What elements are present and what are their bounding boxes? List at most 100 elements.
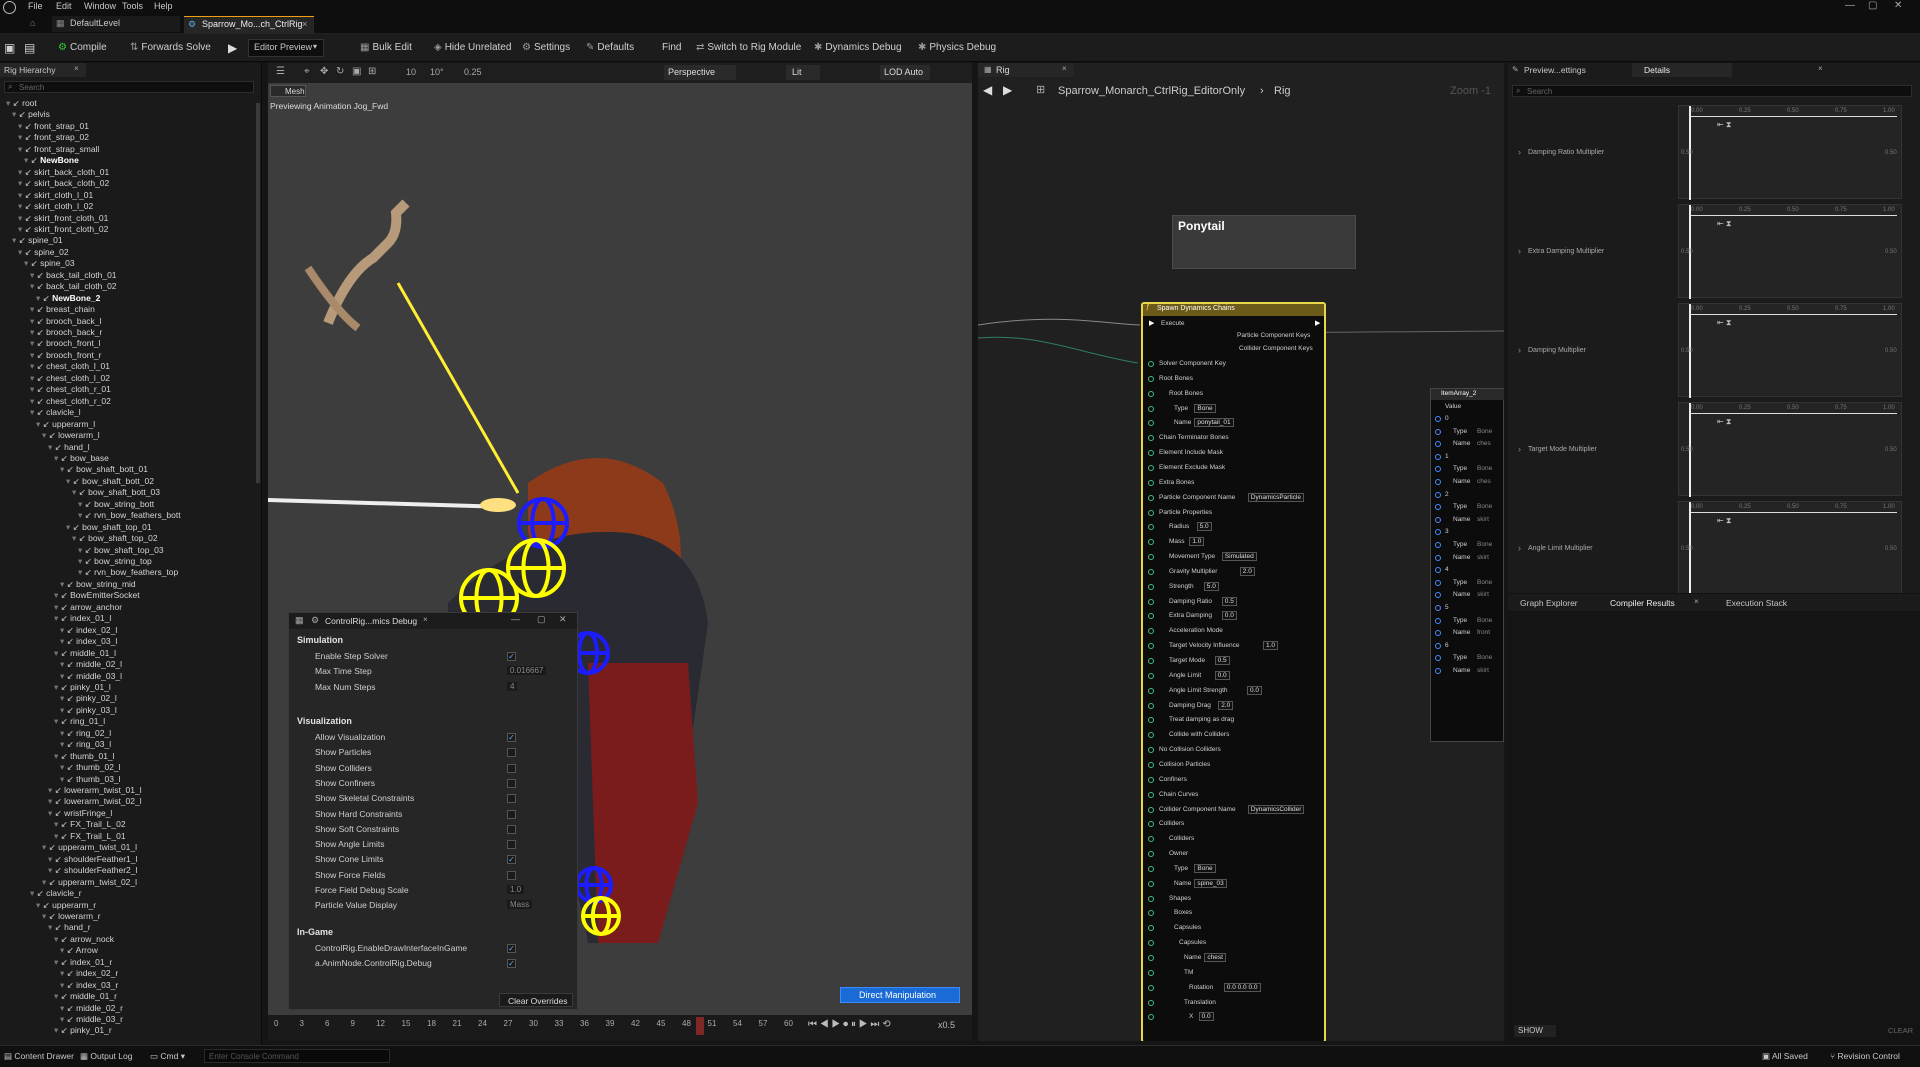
input-pin[interactable]: [1435, 441, 1441, 448]
node-pin-value[interactable]: 5.0: [1203, 581, 1219, 591]
input-pin[interactable]: [1148, 405, 1154, 412]
input-pin[interactable]: [1148, 361, 1154, 367]
curve-tools-icon[interactable]: ⇤ ⧗: [1717, 516, 1732, 526]
hierarchy-item[interactable]: ▾ ↙ thumb_02_l: [60, 762, 121, 773]
debug-setting-value[interactable]: 4: [507, 681, 518, 691]
expand-arrow-icon[interactable]: ▾: [36, 419, 43, 429]
hierarchy-item[interactable]: ▾ ↙ index_02_l: [60, 625, 117, 636]
curve-editor[interactable]: 0.00 0.25 0.50 0.75 1.00 0.50 0.50 ⇤ ⧗: [1678, 204, 1902, 304]
direct-manipulation-dropdown[interactable]: Direct Manipulation: [840, 987, 960, 1003]
node-pin-value[interactable]: spine_03: [1194, 878, 1227, 888]
details-search-input[interactable]: ⌕ Search: [1512, 85, 1912, 97]
node-pin-value[interactable]: ponytail_01: [1194, 418, 1234, 428]
expand-arrow-icon[interactable]: ▾: [54, 602, 61, 612]
array-pin-value[interactable]: ches: [1477, 440, 1491, 447]
hierarchy-item[interactable]: ▾ ↙ upperarm_r: [36, 900, 96, 911]
input-pin[interactable]: [1148, 420, 1154, 427]
input-pin[interactable]: [1148, 761, 1154, 768]
node-pin-value[interactable]: chest: [1204, 953, 1226, 962]
input-pin[interactable]: [1148, 494, 1154, 501]
debug-setting-checkbox[interactable]: [507, 794, 516, 804]
debug-setting-checkbox[interactable]: ✓: [507, 855, 516, 865]
expand-arrow-icon[interactable]: ▾: [30, 373, 37, 383]
expand-arrow-icon[interactable]: ▾: [78, 510, 85, 520]
input-pin[interactable]: [1148, 851, 1154, 858]
cmd-dropdown[interactable]: ▭ Cmd ▾: [150, 1051, 185, 1062]
hierarchy-item[interactable]: ▾ ↙ hand_l: [48, 442, 90, 453]
input-pin[interactable]: [1148, 806, 1154, 813]
input-pin[interactable]: [1148, 687, 1154, 694]
input-pin[interactable]: [1435, 605, 1441, 611]
input-pin[interactable]: [1435, 453, 1441, 460]
array-pin-value[interactable]: Bone: [1477, 654, 1492, 661]
curve-tools-icon[interactable]: ⇤ ⧗: [1717, 417, 1732, 427]
compile-button[interactable]: ⚙ Compile: [58, 40, 107, 56]
input-pin[interactable]: [1148, 539, 1154, 546]
hierarchy-item[interactable]: ▾ ↙ bow_shaft_bott_02: [66, 476, 154, 487]
expand-arrow-icon[interactable]: ▾: [60, 705, 67, 715]
input-pin[interactable]: [1435, 479, 1441, 485]
hierarchy-item[interactable]: ▾ ↙ ring_01_l: [54, 716, 105, 727]
input-pin[interactable]: [1148, 940, 1154, 947]
hierarchy-item[interactable]: ▾ ↙ upperarm_twist_02_l: [42, 877, 137, 888]
debug-setting-value[interactable]: 0.016667: [507, 666, 547, 676]
node-pin-value[interactable]: 0.0: [1198, 1012, 1214, 1022]
expand-arrow-icon[interactable]: ▾: [30, 350, 37, 360]
exec-pin-icon[interactable]: ▶: [1149, 319, 1154, 327]
expand-arrow-icon[interactable]: ▾: [36, 900, 43, 910]
expand-arrow-icon[interactable]: ▾: [60, 659, 67, 669]
hierarchy-item[interactable]: ▾ ↙ lowerarm_twist_02_l: [48, 796, 142, 807]
debug-setting-value[interactable]: 1.0: [507, 885, 525, 894]
hierarchy-item[interactable]: ▾ ↙ bow_base: [54, 453, 109, 464]
expand-arrow-icon[interactable]: ▾: [54, 819, 61, 829]
debug-setting-checkbox[interactable]: [507, 824, 516, 834]
scrollbar[interactable]: [256, 103, 260, 483]
expand-arrow-icon[interactable]: ▾: [60, 980, 67, 990]
hierarchy-item[interactable]: ▾ ↙ spine_03: [24, 258, 75, 269]
close-icon[interactable]: ×: [302, 19, 307, 29]
expand-arrow-icon[interactable]: ▾: [30, 384, 37, 394]
hierarchy-item[interactable]: ▾ ↙ ring_02_l: [60, 728, 111, 739]
expand-arrow-icon[interactable]: ▾: [54, 682, 61, 692]
array-pin-value[interactable]: ches: [1477, 478, 1491, 485]
expand-arrow-icon[interactable]: ▾: [60, 968, 67, 978]
menu-tools[interactable]: Tools: [122, 1, 143, 11]
input-pin[interactable]: [1435, 630, 1441, 637]
playback-controls-icon[interactable]: ⏮ ◀ ▶ ⏺ ⏸ ▶ ⏭ ⟲: [808, 1019, 891, 1030]
menu-file[interactable]: File: [28, 1, 43, 11]
node-pin-value[interactable]: Bone: [1194, 403, 1216, 413]
hierarchy-item[interactable]: ▾ ↙ pinky_01_r: [54, 1025, 112, 1036]
output-log-button[interactable]: ▦ Output Log: [80, 1051, 132, 1062]
hide-unrelated-button[interactable]: ◈ Hide Unrelated: [434, 40, 511, 56]
hierarchy-item[interactable]: ▾ ↙ root: [6, 98, 37, 109]
expand-arrow-icon[interactable]: ▾: [42, 911, 49, 921]
close-window-icon[interactable]: ✕: [1894, 0, 1902, 11]
hierarchy-item[interactable]: ▾ ↙ skirt_cloth_l_02: [18, 201, 93, 212]
hierarchy-item[interactable]: ▾ ↙ brooch_front_r: [30, 350, 101, 361]
dynamics-debug-button[interactable]: ✱ Dynamics Debug: [814, 40, 902, 56]
hierarchy-item[interactable]: ▾ ↙ clavicle_l: [30, 407, 81, 418]
expand-arrow-icon[interactable]: ▾: [60, 579, 67, 589]
node-pin-value[interactable]: 0.0: [1221, 611, 1237, 621]
hierarchy-item[interactable]: ▾ ↙ thumb_03_l: [60, 774, 121, 785]
input-pin[interactable]: [1148, 925, 1154, 932]
hierarchy-item[interactable]: ▾ ↙ spine_01: [12, 235, 63, 246]
timeline[interactable]: 0 3 6 9 12 15 18 21 24 27 30 33 36 39 42 45 48 51 54 57 60 ⏮…: [268, 1015, 972, 1041]
input-pin[interactable]: [1148, 836, 1154, 843]
expand-arrow-icon[interactable]: ▾: [54, 751, 61, 761]
expand-arrow-icon[interactable]: ▾: [18, 132, 25, 142]
expand-arrow-icon[interactable]: ▾: [60, 636, 67, 646]
hierarchy-item[interactable]: ▾ ↙ middle_01_r: [54, 991, 117, 1002]
input-pin[interactable]: [1148, 524, 1154, 531]
node-pin-value[interactable]: 0.0 0.0 0.0: [1223, 982, 1261, 992]
input-pin[interactable]: [1148, 658, 1154, 664]
hierarchy-item[interactable]: ▾ ↙ ring_03_l: [60, 739, 111, 750]
debug-setting-checkbox[interactable]: [507, 809, 516, 819]
hierarchy-item[interactable]: ▾ ↙ shoulderFeather1_l: [48, 854, 137, 865]
hierarchy-item[interactable]: ▾ ↙ skirt_front_cloth_02: [18, 224, 108, 235]
hierarchy-item[interactable]: ▾ ↙ skirt_back_cloth_02: [18, 178, 109, 189]
input-pin[interactable]: [1148, 375, 1154, 382]
node-pin-value[interactable]: 0.0: [1214, 670, 1230, 680]
input-pin[interactable]: [1435, 642, 1441, 649]
input-pin[interactable]: [1148, 717, 1154, 724]
